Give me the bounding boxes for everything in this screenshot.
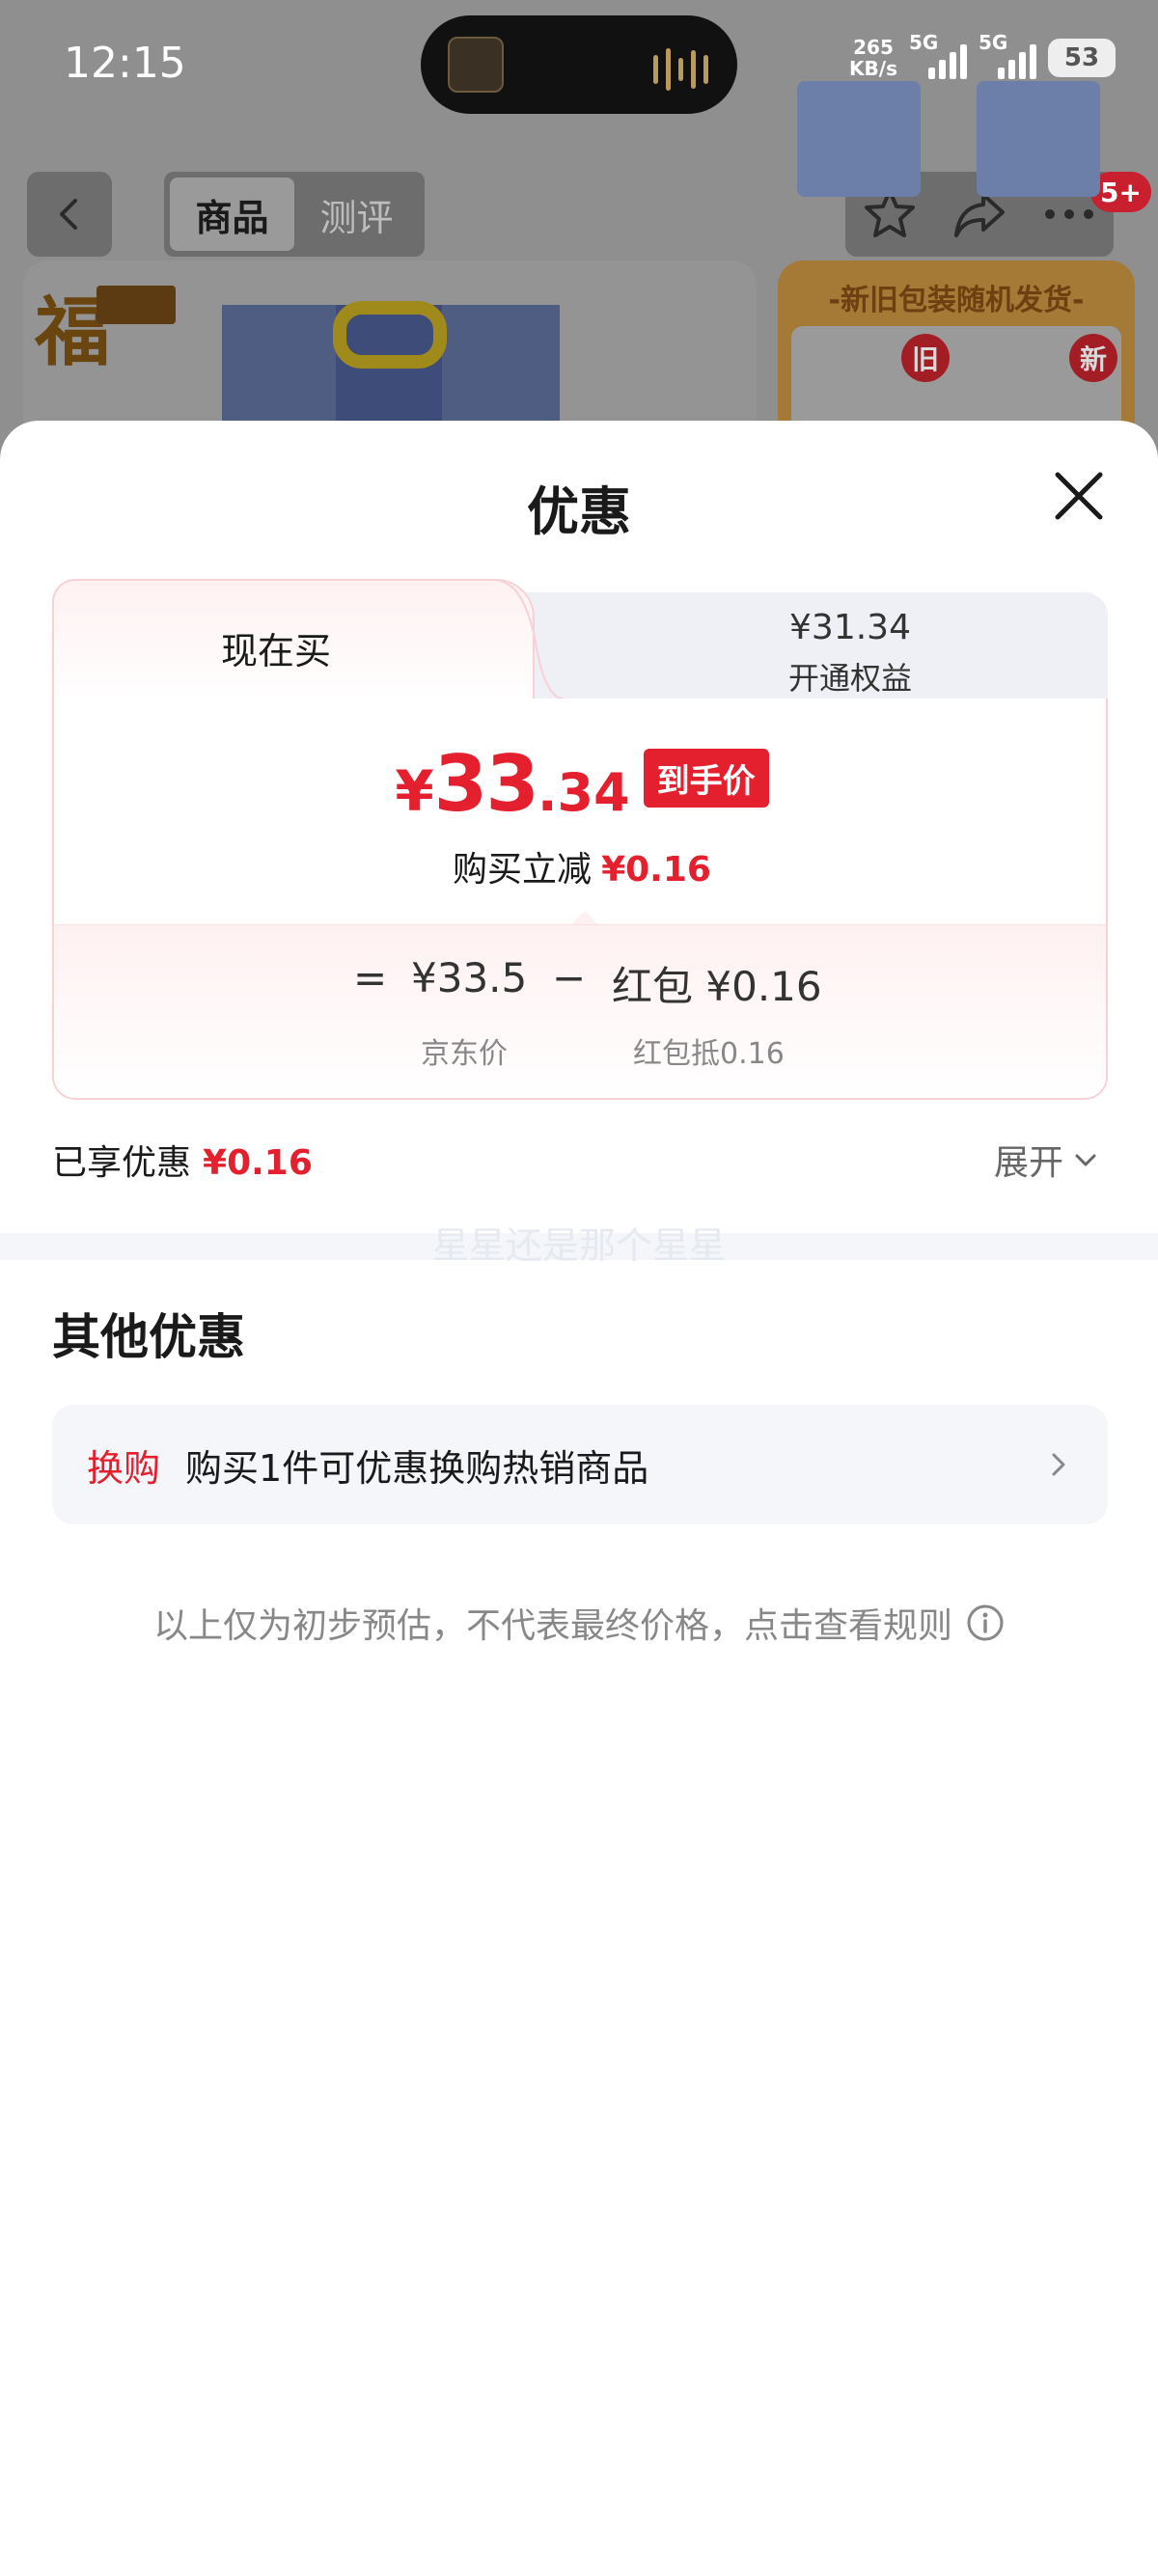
membership-price: ¥31.34: [789, 608, 911, 647]
signal-icon: 5G: [909, 31, 967, 79]
expand-button[interactable]: 展开: [994, 1135, 1100, 1185]
price-box: ¥31.34 开通权益 现在买 ¥ 33 .34 到手价 购买立减 ¥0.16 =…: [52, 579, 1108, 1100]
minus-sign: −: [552, 954, 587, 1001]
dynamic-island[interactable]: [421, 15, 737, 114]
tab-buy-now[interactable]: 现在买: [52, 579, 535, 704]
net-speed: 265 KB/s: [849, 36, 897, 80]
status-time: 12:15: [64, 39, 186, 88]
tab-review[interactable]: 测评: [294, 178, 419, 251]
package-old-image: [797, 81, 921, 197]
exchange-text: 购买1件可优惠换购热销商品: [185, 1446, 649, 1490]
disclaimer[interactable]: 以上仅为初步预估，不代表最终价格，点击查看规则: [0, 1598, 1158, 1648]
tab-buy-now-label: 现在买: [220, 630, 331, 672]
jd-price: ¥33.5: [411, 954, 528, 1001]
package-new-image: [977, 81, 1100, 197]
hongbao-caption: 红包抵0.16: [633, 1037, 785, 1071]
sheet-title: 优惠: [527, 481, 631, 542]
package-old-tag: 旧: [901, 334, 950, 382]
signal-icon: 5G: [979, 31, 1036, 79]
audio-wave-icon: [653, 48, 708, 91]
tab-product[interactable]: 商品: [170, 178, 294, 251]
final-price-tag: 到手价: [643, 749, 769, 808]
reduce-amount: ¥0.16: [601, 850, 711, 890]
enjoyed-discount: 已享优惠 ¥0.16: [52, 1143, 313, 1183]
jd-price-caption: 京东价: [421, 1037, 508, 1071]
discount-sheet: 优惠 ¥31.34 开通权益 现在买 ¥ 33 .34 到手价 购买立减 ¥0.1…: [0, 421, 1158, 2576]
equals-sign: =: [353, 954, 388, 1001]
package-new-tag: 新: [1069, 334, 1117, 382]
chevron-right-icon: [1052, 1453, 1065, 1476]
tab-membership[interactable]: ¥31.34 开通权益: [486, 592, 1108, 708]
back-button[interactable]: [27, 172, 112, 257]
close-button[interactable]: [1052, 469, 1106, 523]
status-indicators: 265 KB/s 5G 5G 53: [849, 31, 1116, 80]
promo-title: -新旧包装随机发货-: [828, 284, 1085, 317]
close-icon: [1055, 472, 1103, 520]
info-icon: [967, 1604, 1004, 1641]
final-price: ¥ 33 .34 到手价: [54, 739, 1106, 829]
other-offers-title: 其他优惠: [52, 1309, 245, 1365]
album-art-icon: [448, 37, 504, 93]
brand-logo: 福: [35, 272, 179, 376]
enjoyed-amount: ¥0.16: [203, 1143, 313, 1183]
exchange-offer-row[interactable]: 换购 购买1件可优惠换购热销商品: [52, 1405, 1108, 1524]
battery-icon: 53: [1048, 39, 1116, 77]
exchange-tag: 换购: [87, 1446, 161, 1490]
tab-switcher: 商品 测评: [164, 172, 425, 257]
watermark: 星星还是那个星星: [431, 1224, 726, 1267]
chevron-down-icon: [1075, 1154, 1096, 1166]
bag-handle: [333, 301, 447, 369]
hongbao: 红包 ¥0.16: [612, 963, 822, 1010]
price-panel: ¥ 33 .34 到手价 购买立减 ¥0.16 = ¥33.5 − 红包 ¥0.1…: [52, 699, 1108, 1100]
chevron-left-icon: [60, 199, 77, 230]
background-page: 12:15 265 KB/s 5G 5G 53 商品 测评 5+ 福 -新旧包装…: [0, 0, 1158, 453]
reduce-line: 购买立减 ¥0.16: [453, 850, 711, 890]
price-breakdown: = ¥33.5 − 红包 ¥0.16 京东价 红包抵0.16: [54, 924, 1106, 1098]
membership-label: 开通权益: [787, 660, 912, 697]
